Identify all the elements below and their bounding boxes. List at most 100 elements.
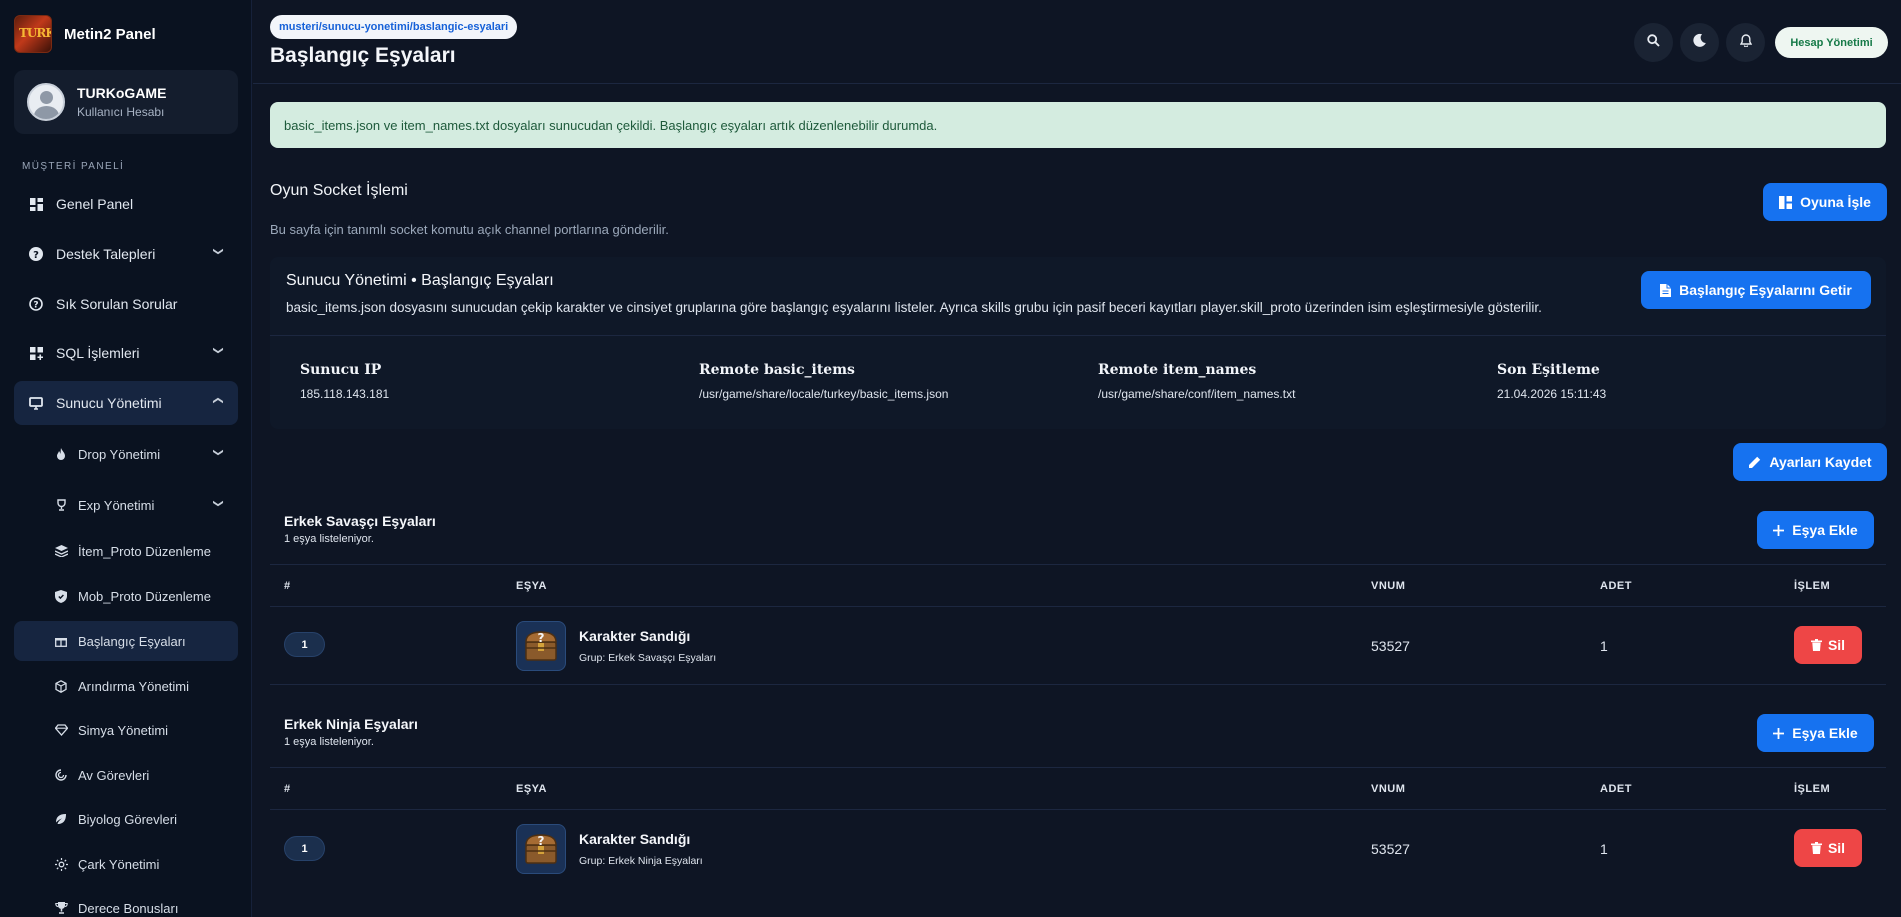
brand-name: Metin2 Panel xyxy=(64,25,156,43)
sidebar-subitem-label: Drop Yönetimi xyxy=(78,446,161,462)
column-header-count: ADET xyxy=(1600,580,1632,592)
sidebar-subitem-label: Arındırma Yönetimi xyxy=(78,678,190,694)
sidebar-item-sunucu-yonetimi[interactable]: Sunucu Yönetimi ❯ xyxy=(14,381,238,425)
avatar xyxy=(27,83,65,121)
top-header: musteri/sunucu-yonetimi/baslangic-esyala… xyxy=(253,0,1901,84)
sidebar-subitem-baslangic-esyalari[interactable]: Başlangıç Eşyaları xyxy=(14,621,238,661)
row-index-badge: 1 xyxy=(284,836,325,861)
divider xyxy=(270,684,1886,685)
group-title: Erkek Ninja Eşyaları xyxy=(284,716,418,732)
divider xyxy=(270,767,1886,768)
sidebar-item-label: Sık Sorulan Sorular xyxy=(56,296,178,312)
column-header-action: İŞLEM xyxy=(1794,783,1831,795)
sidebar-item-sql[interactable]: SQL İşlemleri ❯ xyxy=(14,331,238,375)
item-vnum: 53527 xyxy=(1371,638,1410,654)
page-title: Başlangıç Eşyaları xyxy=(270,44,456,67)
sidebar-subitem-av-gorevleri[interactable]: Av Görevleri xyxy=(14,755,238,795)
group-subtitle: 1 eşya listeleniyor. xyxy=(284,533,374,545)
trophy-icon xyxy=(54,498,68,512)
column-header-action: İŞLEM xyxy=(1794,580,1831,592)
sidebar-subitem-cark[interactable]: Çark Yönetimi xyxy=(14,844,238,884)
sidebar: TURK Metin2 Panel TURKoGAME Kullanıcı He… xyxy=(0,0,252,917)
sidebar-subitem-simya[interactable]: Simya Yönetimi xyxy=(14,710,238,750)
sidebar-subitem-label: Av Görevleri xyxy=(78,767,150,783)
breadcrumb[interactable]: musteri/sunucu-yonetimi/baslangic-esyala… xyxy=(270,15,518,39)
sidebar-subitem-item-proto[interactable]: İtem_Proto Düzenleme xyxy=(14,531,238,571)
success-alert: basic_items.json ve item_names.txt dosya… xyxy=(270,102,1886,148)
item-name: Karakter Sandığı xyxy=(579,628,691,644)
theme-toggle-button[interactable] xyxy=(1680,23,1719,62)
sidebar-subitem-drop[interactable]: Drop Yönetimi ❯ xyxy=(14,434,238,474)
divider xyxy=(270,809,1886,810)
target-icon xyxy=(54,768,68,782)
delete-button[interactable]: Sil xyxy=(1794,626,1862,664)
svg-text:?: ? xyxy=(33,301,38,311)
meta-server-ip: Sunucu IP 185.118.143.181 xyxy=(300,362,390,401)
chevron-down-icon: ❯ xyxy=(212,247,224,256)
item-count: 1 xyxy=(1600,841,1608,857)
grid-plus-icon xyxy=(28,345,44,361)
chevron-down-icon: ❯ xyxy=(212,448,224,457)
sun-icon xyxy=(54,857,68,871)
add-item-button[interactable]: Eşya Ekle xyxy=(1757,511,1874,549)
brand[interactable]: TURK Metin2 Panel xyxy=(0,0,251,68)
meta-last-sync: Son Eşitleme 21.04.2026 15:11:43 xyxy=(1497,362,1607,401)
sidebar-item-genel-panel[interactable]: Genel Panel xyxy=(14,182,238,226)
grid-icon xyxy=(1779,195,1793,209)
delete-button[interactable]: Sil xyxy=(1794,829,1862,867)
layers-icon xyxy=(54,544,68,558)
user-name: TURKoGAME xyxy=(77,85,167,101)
meta-remote-item-names: Remote item_names /usr/game/share/conf/i… xyxy=(1098,362,1296,401)
item-group: Grup: Erkek Ninja Eşyaları xyxy=(579,855,703,867)
server-card-title: Sunucu Yönetimi • Başlangıç Eşyaları xyxy=(286,272,554,289)
column-header-item: EŞYA xyxy=(516,580,547,592)
help-circle-icon: ? xyxy=(28,246,44,262)
notifications-button[interactable] xyxy=(1726,23,1765,62)
sidebar-subitem-mob-proto[interactable]: Mob_Proto Düzenleme xyxy=(14,576,238,616)
pencil-icon xyxy=(1748,456,1761,469)
sidebar-subitem-label: Çark Yönetimi xyxy=(78,856,160,872)
save-settings-button[interactable]: Ayarları Kaydet xyxy=(1733,443,1887,481)
sidebar-subitem-exp[interactable]: Exp Yönetimi ❯ xyxy=(14,485,238,525)
chevron-up-icon: ❯ xyxy=(212,396,224,405)
plus-icon xyxy=(1773,524,1785,536)
user-card[interactable]: TURKoGAME Kullanıcı Hesabı xyxy=(14,70,238,134)
column-header-vnum: VNUM xyxy=(1371,580,1406,592)
sidebar-subitem-label: Biyolog Görevleri xyxy=(78,811,177,827)
user-role: Kullanıcı Hesabı xyxy=(77,105,165,119)
divider xyxy=(270,335,1886,336)
item-count: 1 xyxy=(1600,638,1608,654)
meta-remote-basic-items: Remote basic_items /usr/game/share/local… xyxy=(699,362,949,401)
shield-icon xyxy=(54,589,68,603)
group-subtitle: 1 eşya listeleniyor. xyxy=(284,736,374,748)
fetch-starting-items-button[interactable]: Başlangıç Eşyalarını Getir xyxy=(1641,271,1871,309)
gift-icon xyxy=(54,634,68,648)
search-icon xyxy=(1647,33,1660,52)
monitor-icon xyxy=(28,395,44,411)
svg-text:?: ? xyxy=(538,834,545,848)
column-header-vnum: VNUM xyxy=(1371,783,1406,795)
sidebar-subitem-derece-bonuslari[interactable]: Derece Bonusları xyxy=(14,888,238,917)
divider xyxy=(270,564,1886,565)
sidebar-item-sss[interactable]: ? Sık Sorulan Sorular xyxy=(14,282,238,326)
account-management-button[interactable]: Hesap Yönetimi xyxy=(1775,27,1888,58)
trash-icon xyxy=(1810,842,1822,854)
group-title: Erkek Savaşçı Eşyaları xyxy=(284,513,436,529)
treasure-chest-icon: ? xyxy=(516,621,566,671)
sidebar-subitem-label: Başlangıç Eşyaları xyxy=(78,633,186,649)
leaf-icon xyxy=(54,812,68,826)
svg-text:?: ? xyxy=(33,250,39,261)
sidebar-item-destek-talepleri[interactable]: ? Destek Talepleri ❯ xyxy=(14,232,238,276)
sidebar-subitem-label: Derece Bonusları xyxy=(78,900,179,916)
item-name: Karakter Sandığı xyxy=(579,831,691,847)
add-item-button[interactable]: Eşya Ekle xyxy=(1757,714,1874,752)
sidebar-subitem-label: İtem_Proto Düzenleme xyxy=(78,543,211,559)
apply-to-game-button[interactable]: Oyuna İşle xyxy=(1763,183,1887,221)
search-button[interactable] xyxy=(1634,23,1673,62)
column-header-item: EŞYA xyxy=(516,783,547,795)
sidebar-subitem-biyolog[interactable]: Biyolog Görevleri xyxy=(14,799,238,839)
dashboard-icon xyxy=(28,196,44,212)
treasure-chest-icon: ? xyxy=(516,824,566,874)
sidebar-subitem-label: Exp Yönetimi xyxy=(78,497,155,513)
sidebar-subitem-arindirma[interactable]: Arındırma Yönetimi xyxy=(14,666,238,706)
